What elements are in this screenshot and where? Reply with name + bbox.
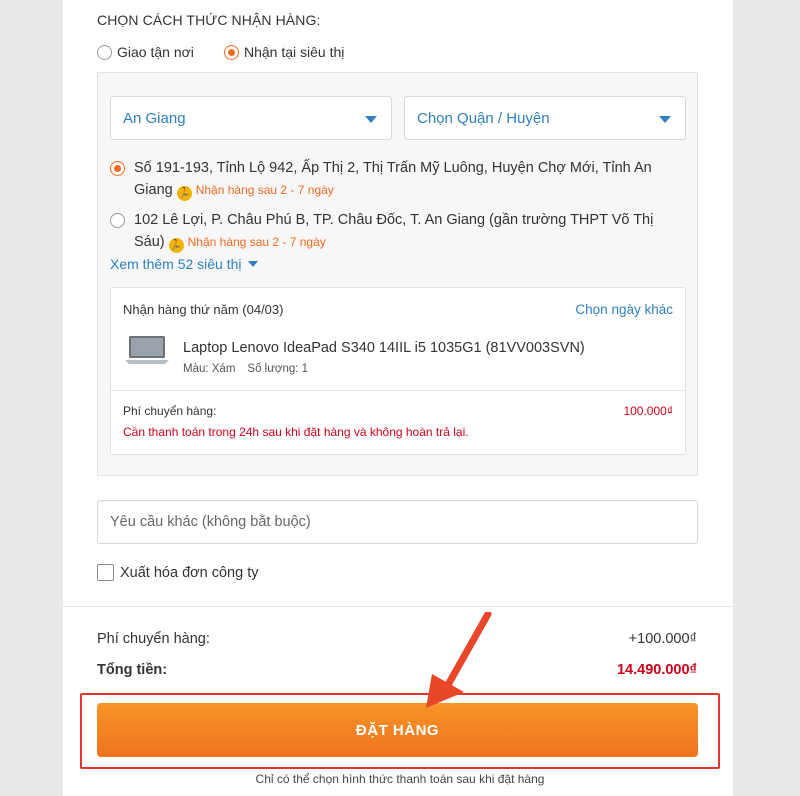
delivery-option-home-label: Giao tận nơi [117, 44, 194, 60]
company-invoice-label: Xuất hóa đơn công ty [120, 564, 259, 581]
summary-total-label: Tổng tiền: [97, 662, 168, 678]
province-select[interactable]: An Giang [110, 96, 392, 140]
product-name: Laptop Lenovo IdeaPad S340 14IIL i5 1035… [183, 340, 585, 356]
payment-method-note: Chỉ có thể chọn hình thức thanh toán sau… [255, 772, 545, 786]
laptop-thumbnail [125, 336, 169, 364]
chevron-down-icon [247, 261, 258, 267]
delivery-section-title: CHỌN CÁCH THỨC NHẬN HÀNG: [97, 12, 321, 28]
annotation-highlight-box [80, 693, 720, 769]
radio-icon[interactable] [110, 161, 125, 176]
company-invoice-option[interactable]: Xuất hóa đơn công ty [97, 564, 259, 581]
summary-total-value: 14.490.000₫ [616, 662, 697, 678]
payment-warning: Cần thanh toán trong 24h sau khi đặt hàn… [123, 425, 469, 439]
change-date-link[interactable]: Chọn ngày khác [575, 302, 673, 317]
delivery-runner-icon: 🏃 [168, 238, 184, 253]
store-option-1[interactable]: Số 191-193, Tỉnh Lộ 942, Ấp Thị 2, Thị T… [110, 157, 685, 201]
delivery-option-store[interactable]: Nhận tại siêu thị [224, 44, 344, 60]
divider [111, 390, 685, 391]
radio-icon[interactable] [224, 44, 239, 60]
summary-shipping-value: +100.000₫ [628, 631, 697, 647]
product-color: Màu: Xám [183, 363, 236, 375]
store-eta: Nhận hàng sau 2 - 7 ngày [187, 235, 326, 249]
chevron-down-icon [365, 116, 377, 123]
pickup-date: Nhận hàng thứ năm (04/03) [123, 302, 284, 317]
radio-icon[interactable] [110, 213, 125, 228]
see-more-stores-label: Xem thêm 52 siêu thị [110, 256, 242, 272]
province-select-value: An Giang [123, 110, 186, 127]
see-more-stores-link[interactable]: Xem thêm 52 siêu thị [110, 256, 258, 272]
summary-shipping-label: Phí chuyển hàng: [97, 631, 210, 647]
district-select[interactable]: Chọn Quận / Huyện [404, 96, 686, 140]
district-select-placeholder: Chọn Quận / Huyện [417, 110, 550, 127]
chevron-down-icon [659, 116, 671, 123]
checkbox-icon[interactable] [97, 564, 114, 581]
product-quantity: Số lượng: 1 [247, 363, 309, 375]
delivery-option-store-label: Nhận tại siêu thị [244, 44, 345, 60]
store-eta: Nhận hàng sau 2 - 7 ngày [195, 183, 334, 197]
card-shipping-fee: 100.000₫ [623, 404, 673, 418]
radio-icon[interactable] [97, 44, 112, 60]
product-meta: Màu: Xám Số lượng: 1 [183, 363, 308, 375]
other-request-input[interactable] [97, 500, 698, 544]
annotation-arrow-icon [426, 612, 492, 708]
delivery-option-home[interactable]: Giao tận nơi [97, 44, 194, 60]
delivery-runner-icon: 🏃 [176, 186, 192, 201]
divider [63, 606, 733, 607]
store-option-2[interactable]: 102 Lê Lợi, P. Châu Phú B, TP. Châu Đốc,… [110, 209, 685, 253]
card-shipping-label: Phí chuyển hàng: [123, 404, 217, 418]
order-item-card: Nhận hàng thứ năm (04/03) Chọn ngày khác… [110, 287, 686, 455]
